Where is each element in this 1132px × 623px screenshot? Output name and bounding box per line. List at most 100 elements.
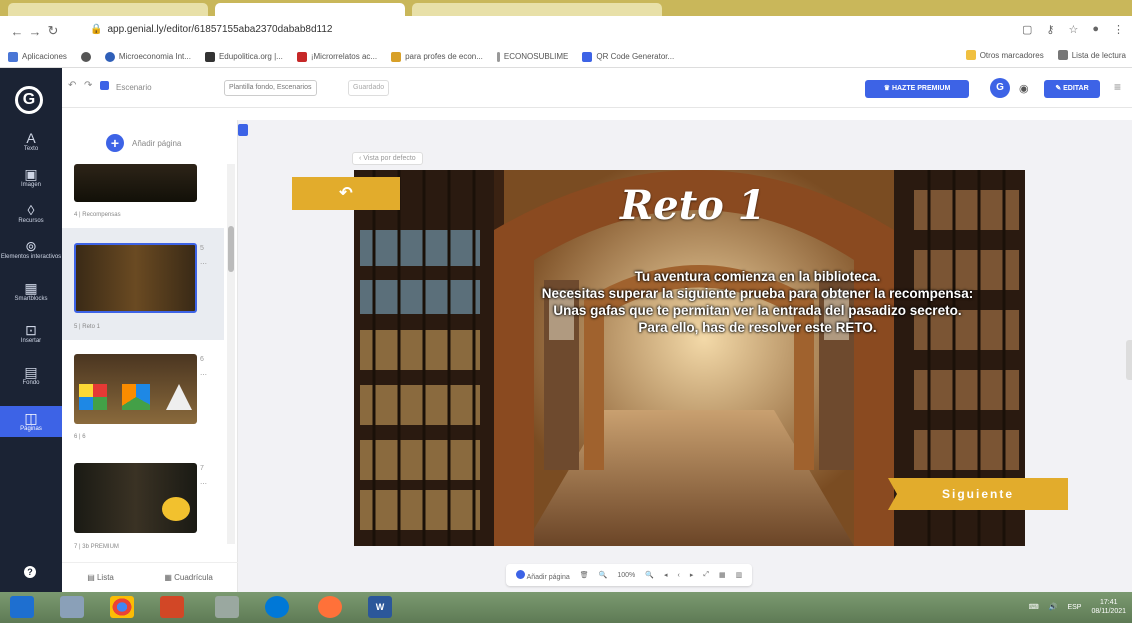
rail-background[interactable]: ▤ Fondo	[0, 364, 62, 387]
fullscreen-icon[interactable]: ⤢	[703, 571, 709, 579]
bookmark-econosublime[interactable]: ECONOSUBLIME	[496, 51, 568, 62]
page-number: 7	[200, 465, 204, 472]
firefox-icon[interactable]	[318, 596, 342, 618]
windows-start-icon[interactable]	[10, 596, 34, 618]
language-indicator[interactable]: ESP	[1067, 604, 1081, 611]
back-icon[interactable]: ←	[8, 24, 26, 39]
screenshot-icon[interactable]: ▢	[1022, 23, 1032, 36]
lock-icon: 🔒	[90, 24, 103, 35]
rail-image[interactable]: ▣ Imagen	[0, 166, 62, 189]
github-icon	[80, 51, 91, 62]
list-icon: ▤	[87, 573, 97, 582]
forward-icon[interactable]: →	[26, 24, 44, 39]
prev-page-icon[interactable]: ◂	[664, 571, 668, 579]
page-dot-icon[interactable]: ‹	[678, 572, 680, 579]
back-button[interactable]: ↶	[292, 177, 400, 210]
next-button[interactable]: Siguiente	[888, 478, 1068, 510]
bookmark-qr[interactable]: QR Code Generator...	[582, 51, 674, 62]
zoom-in-icon[interactable]: 🔍	[645, 571, 654, 579]
zoom-out-icon[interactable]: 🔍	[599, 571, 608, 579]
grid-view-icon[interactable]: ▦	[719, 571, 726, 579]
browser-actions: ▢ ⚷ ☆ ● ⋮	[1022, 23, 1124, 36]
app-icon[interactable]	[160, 596, 184, 618]
browser-tab[interactable]	[8, 3, 208, 16]
next-page-icon[interactable]: ▸	[690, 571, 694, 579]
other-bookmarks[interactable]: Otros marcadores	[965, 50, 1044, 60]
edge-icon[interactable]	[265, 596, 289, 618]
bookmarks-bar: Aplicaciones Microeconomia Int... Edupol…	[0, 46, 1132, 68]
browser-tab-active[interactable]	[215, 3, 405, 16]
browser-tab[interactable]	[412, 3, 662, 16]
chrome-icon[interactable]	[110, 596, 134, 618]
bookmark-micro[interactable]: Microeconomia Int...	[104, 51, 191, 62]
panel-toggle-icon[interactable]	[238, 124, 248, 136]
premium-button[interactable]: ♛ HAZTE PREMIUM	[865, 80, 969, 98]
page-thumbnail[interactable]	[74, 164, 197, 202]
puzzle-image	[122, 384, 150, 410]
bookmark-apps[interactable]: Aplicaciones	[8, 51, 67, 62]
bookmark-profes[interactable]: para profes de econ...	[391, 51, 483, 62]
reload-icon[interactable]: ↻	[44, 23, 62, 39]
trash-icon[interactable]: 🗑	[580, 571, 589, 579]
tab-grid-view[interactable]: ▦ Cuadrícula	[164, 573, 212, 582]
bookmark-microrrelatos[interactable]: ¡Microrrelatos ac...	[296, 51, 377, 62]
template-pill[interactable]: Plantilla fondo, Escenarios	[224, 80, 317, 96]
page-more-icon[interactable]: ⋯	[200, 371, 207, 379]
reading-list[interactable]: Lista de lectura	[1057, 50, 1126, 60]
edit-button[interactable]: ✎ EDITAR	[1044, 80, 1100, 98]
page-thumbnail[interactable]	[74, 354, 197, 424]
menu-icon[interactable]: ≡	[1114, 80, 1121, 94]
bookmark-github[interactable]	[80, 51, 91, 62]
add-page-button[interactable]: + Añadir página	[106, 134, 181, 152]
bottom-toolbar: Añadir página 🗑 🔍 100% 🔍 ◂ ‹ ▸ ⤢ ▦ ▥	[238, 558, 1132, 592]
slide-text-line: Tu aventura comienza en la biblioteca.	[634, 269, 881, 284]
rail-pages[interactable]: ◫ Páginas	[0, 406, 62, 437]
page-more-icon[interactable]: ⋯	[200, 260, 207, 268]
rail-smartblocks[interactable]: ▦ Smartblocks	[0, 280, 62, 303]
add-page-bottom-button[interactable]: Añadir página	[516, 569, 570, 581]
panel-scrollbar[interactable]	[227, 164, 235, 544]
default-view-button[interactable]: ‹ Vista por defecto	[352, 152, 423, 165]
help-icon[interactable]: ?	[24, 566, 36, 578]
rail-text[interactable]: A Texto	[0, 130, 62, 153]
slide-text-line: Para ello, has de resolver este RETO.	[638, 320, 877, 335]
kebab-menu-icon[interactable]: ⋮	[1113, 23, 1124, 36]
url-field[interactable]: 🔒 app.genial.ly/editor/61857155aba2370dab…	[90, 24, 332, 35]
app-toolbar: ↶ ↷ Escenario Plantilla fondo, Escenario…	[62, 68, 1132, 108]
page-thumbnail[interactable]	[74, 463, 197, 533]
resources-icon: ◊	[27, 202, 35, 218]
bookmark-red-icon	[296, 51, 307, 62]
preview-eye-icon[interactable]: ◉	[1019, 82, 1029, 95]
apps-icon	[8, 51, 18, 62]
paint-icon[interactable]	[215, 596, 239, 618]
avatar[interactable]: G	[990, 78, 1010, 98]
word-icon[interactable]: W	[368, 596, 392, 618]
tool-rail: G A Texto ▣ Imagen ◊ Recursos ⊚ Elementos in…	[0, 68, 62, 592]
page-label: 6 | 6	[74, 434, 86, 440]
profile-icon[interactable]: ●	[1092, 23, 1099, 36]
volume-icon[interactable]: 🔊	[1049, 603, 1058, 611]
library-icon[interactable]	[60, 596, 84, 618]
tab-list-view[interactable]: ▤ Lista	[87, 573, 114, 582]
undo-icon[interactable]: ↶	[68, 80, 76, 91]
bookmark-edupolitica[interactable]: Edupolitica.org |...	[204, 51, 283, 62]
right-panel-handle[interactable]	[1126, 340, 1132, 380]
genially-logo[interactable]: G	[15, 86, 43, 114]
key-icon[interactable]: ⚷	[1046, 23, 1054, 36]
layout-icon[interactable]: ▥	[736, 571, 743, 579]
keyboard-icon[interactable]: ⌨	[1029, 603, 1039, 611]
leaf-icon	[204, 51, 215, 62]
page-thumbnail-selected[interactable]	[74, 243, 197, 313]
doc-name[interactable]: Escenario	[116, 83, 152, 92]
star-icon[interactable]: ☆	[1068, 23, 1078, 36]
clock[interactable]: 17:41 08/11/2021	[1091, 598, 1126, 616]
redo-icon[interactable]: ↷	[84, 80, 92, 91]
plus-icon: +	[106, 134, 124, 152]
pages-panel: + Añadir página 4 | Recompensas 5 ⋯ 5 | …	[62, 120, 238, 592]
rail-interactive[interactable]: ⊚ Elementos interactivos	[0, 238, 62, 261]
rail-insert[interactable]: ⊡ Insertar	[0, 322, 62, 345]
triangle-image	[166, 384, 192, 410]
page-more-icon[interactable]: ⋯	[200, 480, 207, 488]
scrollbar-thumb[interactable]	[228, 226, 234, 272]
rail-resources[interactable]: ◊ Recursos	[0, 202, 62, 225]
